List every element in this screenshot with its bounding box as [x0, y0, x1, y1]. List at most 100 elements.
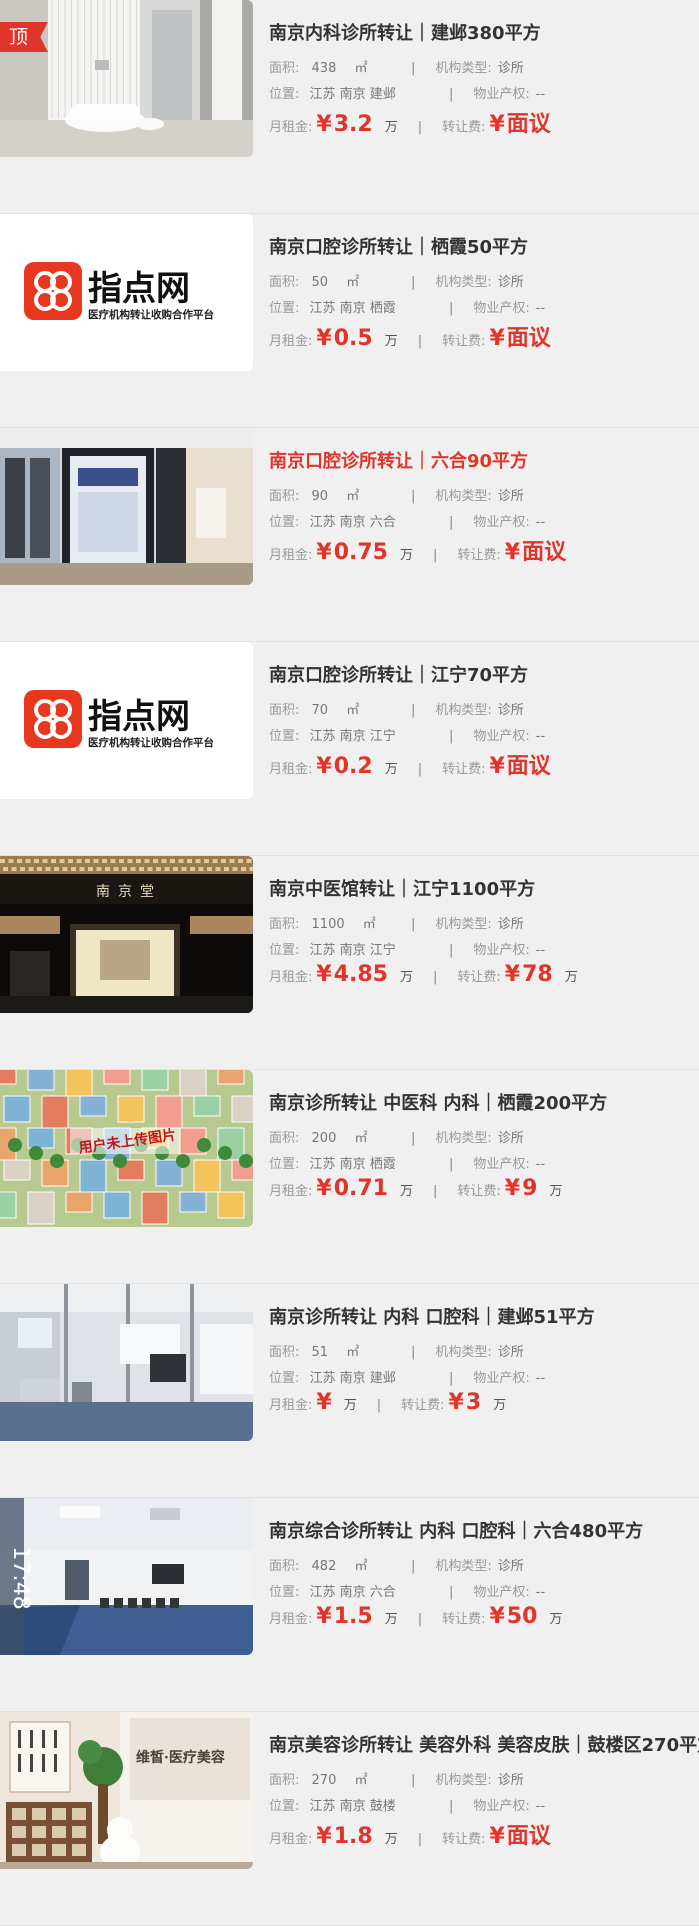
- separator: |: [411, 275, 416, 290]
- listing-item[interactable]: 南京诊所转让 内科 口腔科｜建邺51平方 面积: 51 ㎡ | 机构类型: 诊所…: [0, 1284, 699, 1498]
- separator: |: [417, 120, 423, 135]
- location-value: 江苏 南京 江宁: [309, 943, 396, 958]
- listing-title[interactable]: 南京综合诊所转让 内科 口腔科｜六合480平方: [269, 1517, 643, 1543]
- location-label: 位置:: [269, 1799, 300, 1814]
- price-row: 月租金: ¥1.5 万 | 转让费: ¥ 50 万: [269, 1604, 562, 1629]
- org-type-label: 机构类型:: [435, 1131, 492, 1146]
- property-label: 物业产权:: [473, 301, 530, 316]
- brand-name: 指点网: [88, 697, 190, 737]
- rent-unit: 万: [384, 120, 398, 135]
- rent-label: 月租金:: [269, 120, 313, 135]
- price-row: 月租金: ¥0.71 万 | 转让费: ¥ 9 万: [269, 1176, 562, 1201]
- separator: |: [411, 703, 416, 718]
- transfer-currency: ¥: [489, 1824, 505, 1849]
- area-label: 面积:: [269, 1559, 300, 1574]
- transfer-value: 78: [522, 962, 553, 987]
- separator: |: [449, 1157, 454, 1172]
- listing-thumbnail[interactable]: 指点网 医疗机构转让收购合作平台: [0, 214, 253, 371]
- location-row: 位置: 江苏 南京 六合 | 物业产权: --: [269, 511, 545, 530]
- rent-unit: 万: [399, 548, 413, 563]
- org-type-label: 机构类型:: [435, 703, 492, 718]
- area-row: 面积: 438 ㎡ | 机构类型: 诊所: [269, 57, 524, 76]
- transfer-currency: ¥: [504, 540, 521, 565]
- rent-label: 月租金:: [269, 548, 313, 563]
- location-row: 位置: 江苏 南京 栖霞 | 物业产权: --: [269, 1153, 545, 1172]
- transfer-value: 面议: [506, 754, 551, 779]
- rent-currency: ¥: [316, 112, 332, 137]
- location-value: 江苏 南京 栖霞: [309, 1157, 396, 1172]
- listing-thumbnail[interactable]: 维皙·医疗美容: [0, 1712, 253, 1869]
- separator: |: [411, 1559, 416, 1574]
- transfer-value: 面议: [506, 1824, 551, 1849]
- clinic-photo: [0, 428, 253, 585]
- transfer-label: 转让费:: [442, 1832, 486, 1847]
- listing-thumbnail[interactable]: [0, 1284, 253, 1441]
- area-unit: ㎡: [346, 275, 360, 290]
- listing-thumbnail[interactable]: 南京堂: [0, 856, 253, 1013]
- transfer-currency: ¥: [489, 754, 505, 779]
- separator: |: [449, 1371, 454, 1386]
- transfer-value: 50: [506, 1604, 538, 1629]
- clinic-photo: 维皙·医疗美容: [0, 1712, 253, 1869]
- separator: |: [433, 1184, 438, 1199]
- listing-thumbnail[interactable]: 用户未上传图片: [0, 1070, 253, 1227]
- separator: |: [411, 1131, 416, 1146]
- listing-title[interactable]: 南京诊所转让 内科 口腔科｜建邺51平方: [269, 1303, 595, 1329]
- transfer-value: 面议: [506, 326, 551, 351]
- shop-sign: 南京堂: [96, 884, 162, 900]
- org-type-value: 诊所: [497, 1559, 524, 1574]
- listing-title[interactable]: 南京口腔诊所转让｜六合90平方: [269, 447, 528, 473]
- listing-item[interactable]: 顶 南京内科诊所转让｜建邺380平方 面积: 438 ㎡ | 机构类型: 诊所 …: [0, 0, 699, 214]
- listing-item[interactable]: 南京口腔诊所转让｜六合90平方 面积: 90 ㎡ | 机构类型: 诊所 位置: …: [0, 428, 699, 642]
- area-label: 面积:: [269, 1345, 300, 1360]
- listing-item[interactable]: 维皙·医疗美容 南京美容诊所转让 美容外科 美容皮肤｜鼓楼区270平方 面积: …: [0, 1712, 699, 1926]
- listing-title[interactable]: 南京美容诊所转让 美容外科 美容皮肤｜鼓楼区270平方: [269, 1731, 699, 1757]
- listing-title[interactable]: 南京中医馆转让｜江宁1100平方: [269, 875, 535, 901]
- rent-value: 1.5: [333, 1604, 373, 1629]
- rent-label: 月租金:: [269, 1184, 313, 1199]
- area-value: 51: [311, 1345, 329, 1360]
- brand-name: 指点网: [88, 269, 190, 309]
- rent-value: 0.71: [333, 1176, 388, 1201]
- rent-label: 月租金:: [269, 1832, 313, 1847]
- listing-item[interactable]: 指点网 医疗机构转让收购合作平台 南京口腔诊所转让｜栖霞50平方 面积: 50 …: [0, 214, 699, 428]
- org-type-value: 诊所: [497, 489, 524, 504]
- location-value: 江苏 南京 六合: [309, 515, 396, 530]
- listing-item[interactable]: 用户未上传图片 南京诊所转让 中医科 内科｜栖霞200平方 面积: 200 ㎡ …: [0, 1070, 699, 1284]
- location-label: 位置:: [269, 1371, 300, 1386]
- property-label: 物业产权:: [473, 1799, 530, 1814]
- area-unit: ㎡: [346, 489, 360, 504]
- listing-item[interactable]: 指点网 医疗机构转让收购合作平台 南京口腔诊所转让｜江宁70平方 面积: 70 …: [0, 642, 699, 856]
- location-label: 位置:: [269, 301, 300, 316]
- listing-title[interactable]: 南京口腔诊所转让｜江宁70平方: [269, 661, 528, 687]
- brand-slogan: 医疗机构转让收购合作平台: [88, 736, 214, 749]
- separator: |: [411, 1773, 416, 1788]
- listing-title[interactable]: 南京诊所转让 中医科 内科｜栖霞200平方: [269, 1089, 607, 1115]
- listing-item[interactable]: 南京堂 南京中医馆转让｜江宁1100平方 面积: 1100 ㎡ | 机构类型: …: [0, 856, 699, 1070]
- transfer-unit: 万: [549, 1612, 563, 1627]
- area-value: 90: [311, 489, 329, 504]
- rent-value: 0.5: [333, 326, 373, 351]
- rent-currency: ¥: [316, 962, 332, 987]
- rent-unit: 万: [384, 1612, 398, 1627]
- property-label: 物业产权:: [473, 729, 530, 744]
- listing-title[interactable]: 南京内科诊所转让｜建邺380平方: [269, 19, 541, 45]
- rent-currency: ¥: [316, 1176, 332, 1201]
- org-type-label: 机构类型:: [435, 489, 492, 504]
- transfer-currency: ¥: [489, 1604, 505, 1629]
- listing-thumbnail[interactable]: 17:48: [0, 1498, 253, 1655]
- area-value: 482: [311, 1559, 337, 1574]
- listing-title[interactable]: 南京口腔诊所转让｜栖霞50平方: [269, 233, 528, 259]
- area-unit: ㎡: [354, 1559, 368, 1574]
- property-label: 物业产权:: [473, 87, 530, 102]
- listing-thumbnail[interactable]: [0, 428, 253, 585]
- listing-item[interactable]: 17:48 南京综合诊所转让 内科 口腔科｜六合480平方 面积: 482 ㎡ …: [0, 1498, 699, 1712]
- price-row: 月租金: ¥1.8 万 | 转让费: ¥ 面议: [269, 1818, 551, 1850]
- property-value: --: [535, 1585, 546, 1600]
- listing-thumbnail[interactable]: 指点网 医疗机构转让收购合作平台: [0, 642, 253, 799]
- rent-label: 月租金:: [269, 1612, 313, 1627]
- separator: |: [411, 917, 416, 932]
- rent-value: 1.8: [333, 1824, 373, 1849]
- price-row: 月租金: ¥0.2 万 | 转让费: ¥ 面议: [269, 748, 551, 780]
- rent-value: 4.85: [333, 962, 388, 987]
